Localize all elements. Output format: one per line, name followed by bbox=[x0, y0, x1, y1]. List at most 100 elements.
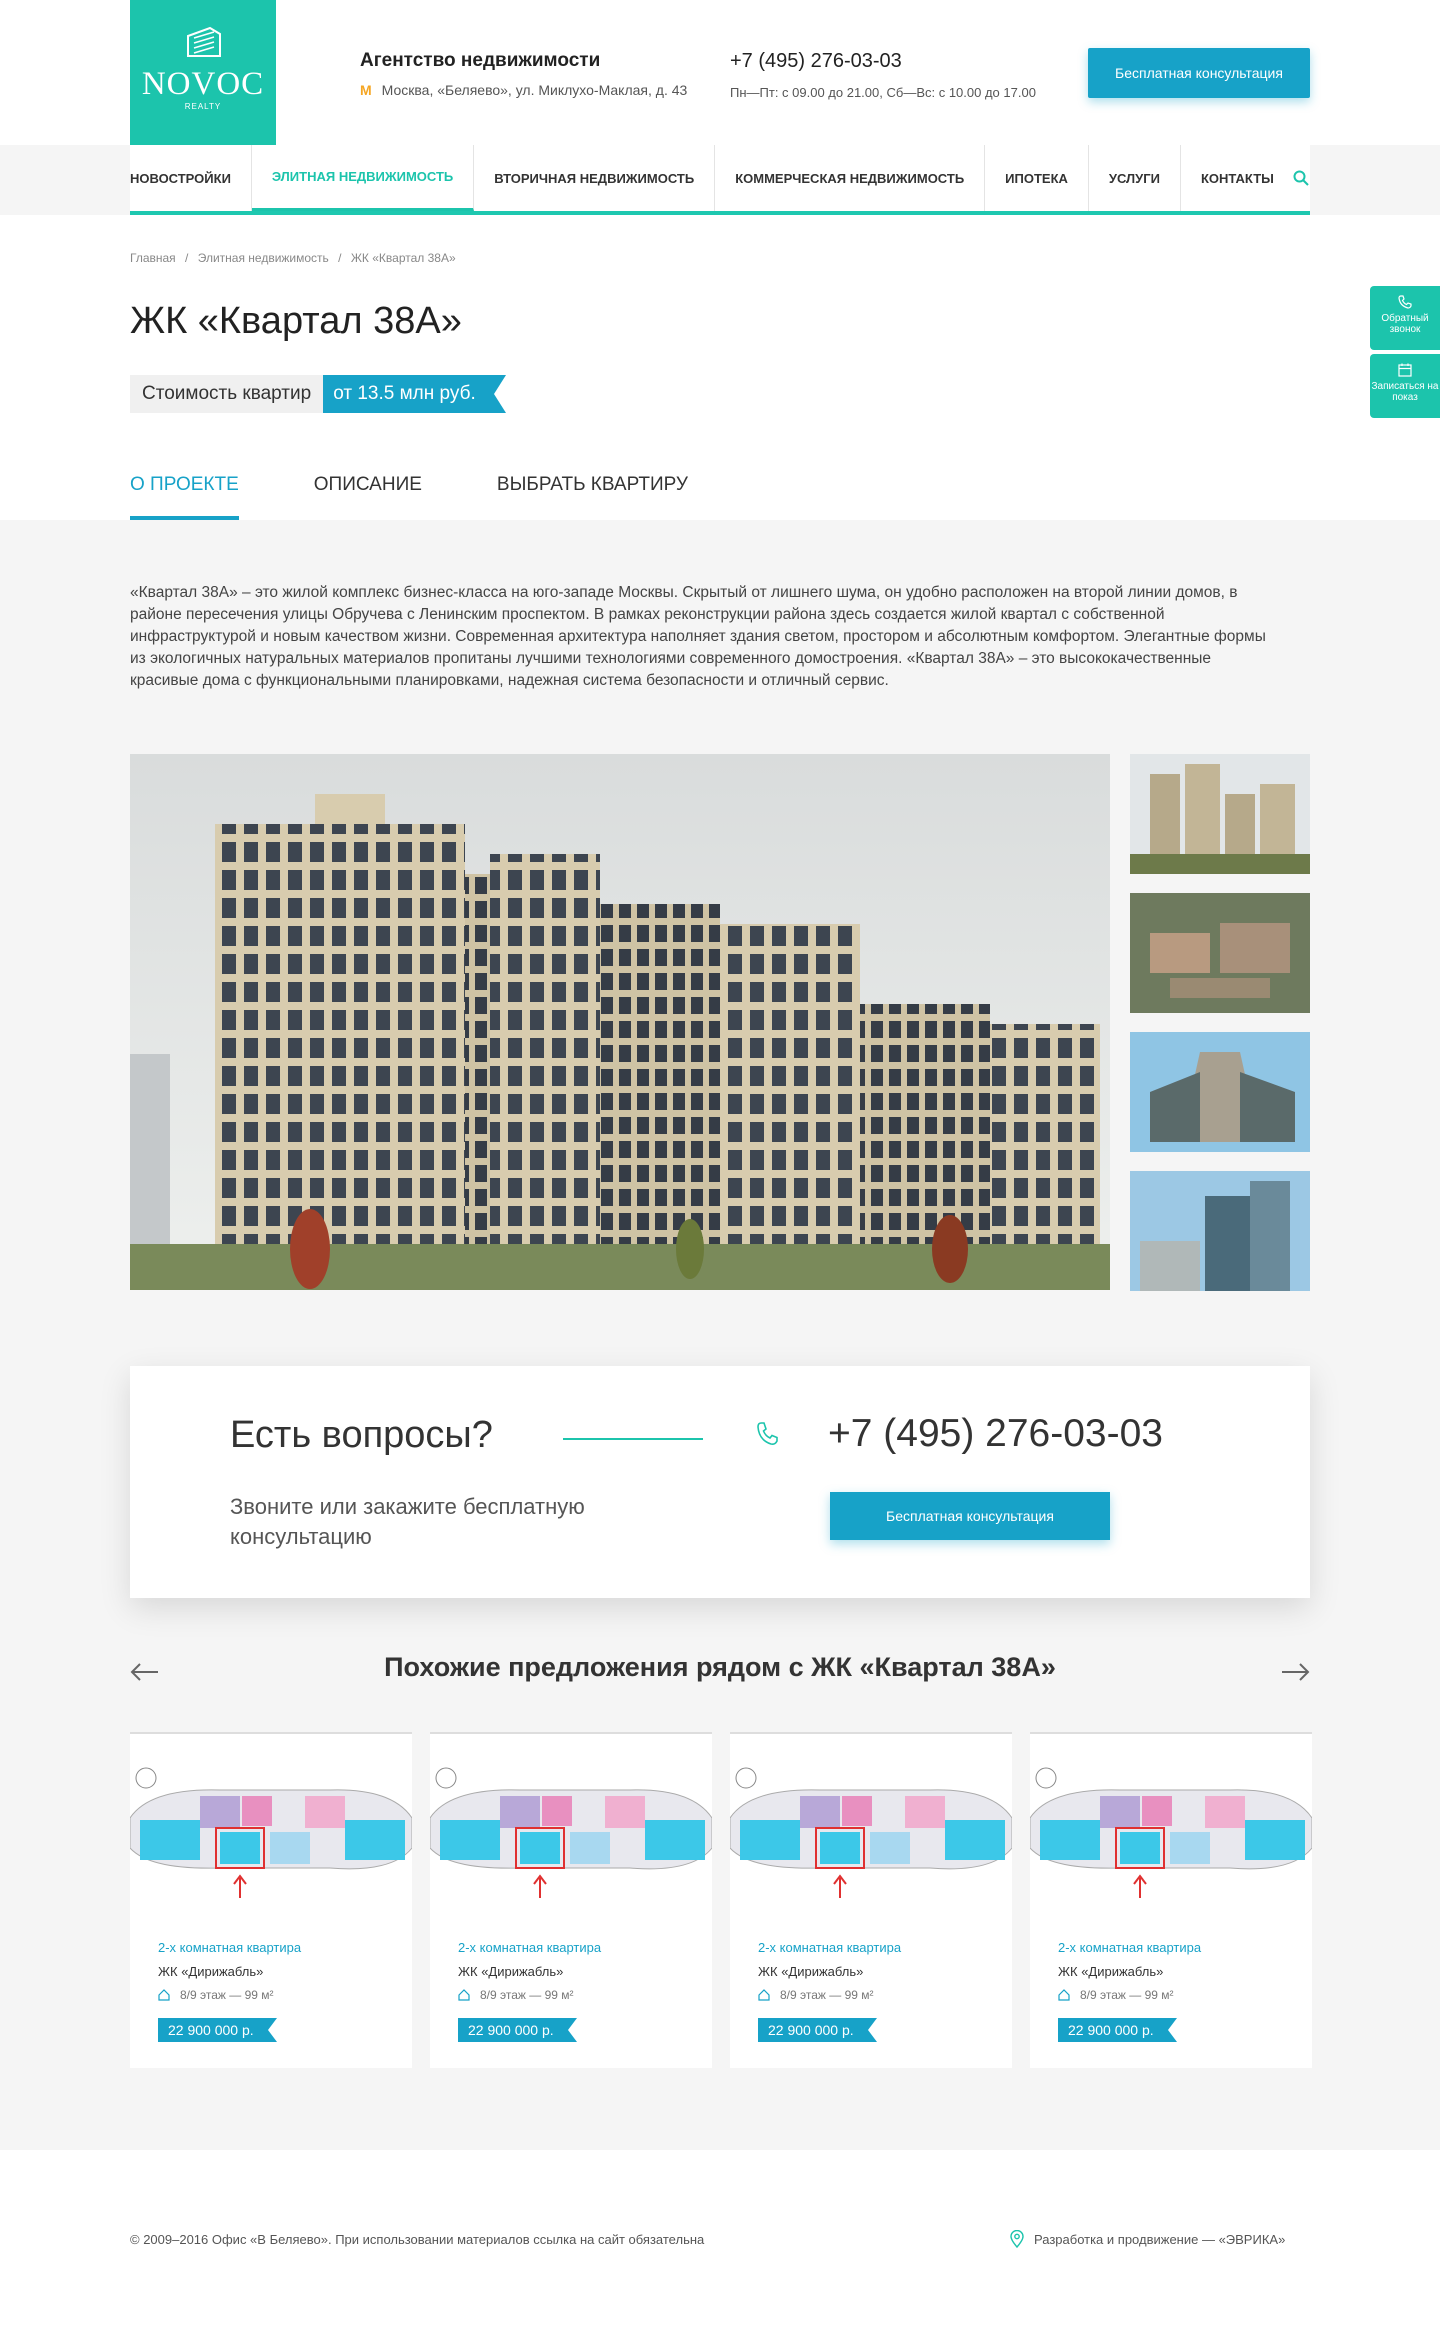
thumbnail-4[interactable] bbox=[1130, 1171, 1310, 1291]
offer-floor: 8/9 этаж — 99 м² bbox=[1058, 1988, 1174, 2002]
tab-choose-apartment[interactable]: Выбрать квартиру bbox=[497, 465, 688, 520]
working-hours: Пн—Пт: с 09.00 до 21.00, Сб—Вс: с 10.00 … bbox=[730, 85, 1036, 100]
offer-price: 22 900 000 р. bbox=[458, 2018, 577, 2042]
offer-complex: ЖК «Дирижабль» bbox=[158, 1964, 264, 1979]
floor-plan-image bbox=[730, 1748, 1012, 1908]
nav-item-commercial[interactable]: Коммерческая недвижимость bbox=[715, 145, 986, 211]
agency-title: Агентство недвижимости bbox=[360, 50, 601, 71]
calendar-icon bbox=[1398, 363, 1412, 377]
thumbnail-image bbox=[1130, 893, 1310, 1013]
nav-item-elite[interactable]: Элитная недвижимость bbox=[251, 145, 475, 211]
callback-label: Обратный звонок bbox=[1381, 313, 1429, 335]
offer-type[interactable]: 2-х комнатная квартира bbox=[458, 1940, 601, 1955]
offer-complex: ЖК «Дирижабль» bbox=[458, 1964, 564, 1979]
header-phone[interactable]: +7 (495) 276-03-03 bbox=[730, 50, 1036, 73]
header: NOVOC REALTY Агентство недвижимости М Мо… bbox=[0, 0, 1440, 145]
thumbnail-image bbox=[1130, 1171, 1310, 1291]
offer-price: 22 900 000 р. bbox=[158, 2018, 277, 2042]
agency-info: Агентство недвижимости М Москва, «Беляев… bbox=[360, 50, 687, 98]
viewing-widget[interactable]: Записаться на показ bbox=[1370, 354, 1440, 418]
nav-item-mortgage[interactable]: Ипотека bbox=[985, 145, 1089, 211]
breadcrumb-current: ЖК «Квартал 38А» bbox=[350, 251, 456, 265]
project-tabs: О проекте Описание Выбрать квартиру bbox=[130, 465, 688, 520]
developer-text: Разработка и продвижение — «ЭВРИКА» bbox=[1034, 2231, 1286, 2247]
project-description: «Квартал 38А» – это жилой комплекс бизне… bbox=[130, 584, 1266, 689]
logo-name: NOVOC bbox=[141, 66, 265, 102]
offer-floor-text: 8/9 этаж — 99 м² bbox=[180, 1988, 274, 2002]
thumbnail-image bbox=[1130, 754, 1310, 874]
arrow-right-icon[interactable] bbox=[1280, 1662, 1310, 1682]
offer-card[interactable]: 2-х комнатная квартира ЖК «Дирижабль» 8/… bbox=[130, 1732, 412, 2068]
offer-card[interactable]: 2-х комнатная квартира ЖК «Дирижабль» 8/… bbox=[730, 1732, 1012, 2068]
address-text: Москва, «Беляево», ул. Миклухо-Маклая, д… bbox=[381, 82, 688, 98]
offer-card[interactable]: 2-х комнатная квартира ЖК «Дирижабль» 8/… bbox=[1030, 1732, 1312, 2068]
breadcrumb-elite[interactable]: Элитная недвижимость bbox=[198, 251, 329, 265]
main-photo[interactable] bbox=[130, 754, 1110, 1290]
offer-price: 22 900 000 р. bbox=[758, 2018, 877, 2042]
thumbnail-3[interactable] bbox=[1130, 1032, 1310, 1152]
questions-divider bbox=[563, 1438, 703, 1440]
house-icon bbox=[458, 1989, 470, 2001]
consultation-button[interactable]: Бесплатная консультация bbox=[1088, 48, 1310, 98]
nav-item-services[interactable]: Услуги bbox=[1089, 145, 1181, 211]
price-label: Стоимость квартир bbox=[130, 375, 324, 413]
floor-plan-image bbox=[1030, 1748, 1312, 1908]
page-title: ЖК «Квартал 38А» bbox=[130, 300, 462, 342]
offer-floor: 8/9 этаж — 99 м² bbox=[458, 1988, 574, 2002]
questions-phone[interactable]: +7 (495) 276-03-03 bbox=[828, 1412, 1163, 1456]
price-value: от 13.5 млн руб. bbox=[323, 375, 506, 413]
offer-type[interactable]: 2-х комнатная квартира bbox=[758, 1940, 901, 1955]
similar-title: Похожие предложения рядом с ЖК «Квартал … bbox=[384, 1652, 1056, 1682]
thumbnail-image bbox=[1130, 1032, 1310, 1152]
logo[interactable]: NOVOC REALTY bbox=[130, 0, 276, 145]
offer-floor: 8/9 этаж — 99 м² bbox=[758, 1988, 874, 2002]
phone-icon bbox=[1398, 295, 1412, 309]
copyright: © 2009–2016 Офис «В Беляево». При исполь… bbox=[130, 2232, 705, 2247]
offer-floor-text: 8/9 этаж — 99 м² bbox=[1080, 1988, 1174, 2002]
title-section: Главная / Элитная недвижимость / ЖК «Ква… bbox=[0, 215, 1440, 520]
questions-title: Есть вопросы? bbox=[230, 1414, 493, 1456]
offer-floor-text: 8/9 этаж — 99 м² bbox=[780, 1988, 874, 2002]
offer-price: 22 900 000 р. bbox=[1058, 2018, 1177, 2042]
offer-card[interactable]: 2-х комнатная квартира ЖК «Дирижабль» 8/… bbox=[430, 1732, 712, 2068]
offer-type[interactable]: 2-х комнатная квартира bbox=[1058, 1940, 1201, 1955]
page: NOVOC REALTY Агентство недвижимости М Мо… bbox=[0, 0, 1440, 2332]
agency-address: М Москва, «Беляево», ул. Миклухо-Маклая,… bbox=[360, 82, 687, 98]
location-pin-icon bbox=[1010, 2230, 1024, 2248]
tab-description[interactable]: Описание bbox=[314, 465, 422, 520]
tab-about[interactable]: О проекте bbox=[130, 465, 239, 520]
developer-credit[interactable]: Разработка и продвижение — «ЭВРИКА» bbox=[1010, 2230, 1285, 2248]
consultation-button[interactable]: Бесплатная консультация bbox=[830, 1492, 1110, 1540]
nav-item-secondary[interactable]: Вторичная недвижимость bbox=[474, 145, 716, 211]
offer-complex: ЖК «Дирижабль» bbox=[1058, 1964, 1164, 1979]
floor-plan-image bbox=[130, 1748, 412, 1908]
questions-subtitle: Звоните или закажите бесплатную консульт… bbox=[230, 1494, 585, 1549]
building-logo-icon bbox=[187, 26, 221, 57]
offer-floor-text: 8/9 этаж — 99 м² bbox=[480, 1988, 574, 2002]
thumbnail-2[interactable] bbox=[1130, 893, 1310, 1013]
breadcrumb: Главная / Элитная недвижимость / ЖК «Ква… bbox=[130, 251, 462, 265]
nav-item-contacts[interactable]: Контакты bbox=[1181, 145, 1294, 211]
metro-icon: М bbox=[360, 82, 372, 98]
viewing-label: Записаться на показ bbox=[1371, 381, 1439, 403]
logo-subtitle: REALTY bbox=[184, 102, 222, 111]
phone-icon bbox=[757, 1422, 778, 1445]
header-contacts: +7 (495) 276-03-03 Пн—Пт: с 09.00 до 21.… bbox=[730, 50, 1036, 100]
house-icon bbox=[158, 1989, 170, 2001]
breadcrumb-separator: / bbox=[185, 251, 189, 265]
main-nav: Новостройки Элитная недвижимость Вторичн… bbox=[130, 145, 1310, 215]
questions-box: Есть вопросы? Звоните или закажите беспл… bbox=[130, 1366, 1310, 1598]
thumbnail-1[interactable] bbox=[1130, 754, 1310, 874]
search-icon[interactable] bbox=[1292, 169, 1310, 187]
nav-item-new-buildings[interactable]: Новостройки bbox=[130, 145, 252, 211]
offer-complex: ЖК «Дирижабль» bbox=[758, 1964, 864, 1979]
price-badge: Стоимость квартир от 13.5 млн руб. bbox=[130, 375, 506, 413]
footer: © 2009–2016 Офис «В Беляево». При исполь… bbox=[0, 2150, 1440, 2332]
callback-widget[interactable]: Обратный звонок bbox=[1370, 286, 1440, 350]
house-icon bbox=[1058, 1989, 1070, 2001]
offer-type[interactable]: 2-х комнатная квартира bbox=[158, 1940, 301, 1955]
breadcrumb-home[interactable]: Главная bbox=[130, 251, 176, 265]
breadcrumb-separator: / bbox=[338, 251, 342, 265]
offer-floor: 8/9 этаж — 99 м² bbox=[158, 1988, 274, 2002]
floor-plan-image bbox=[430, 1748, 712, 1908]
